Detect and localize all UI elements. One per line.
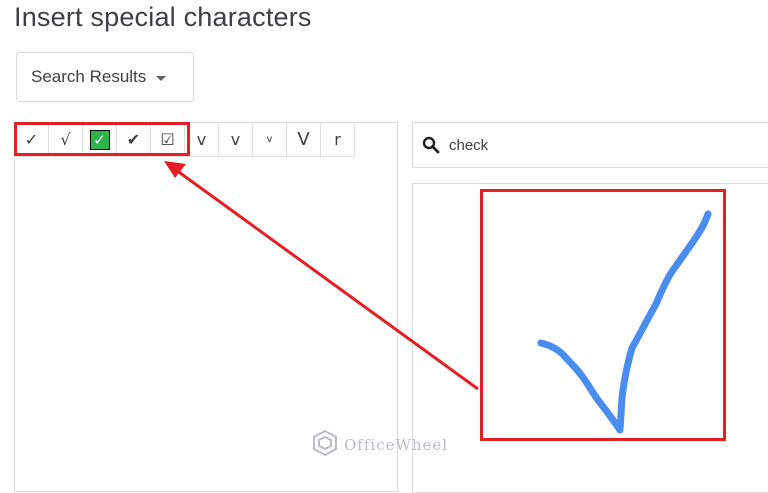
char-cell-r[interactable]: r [321, 123, 355, 157]
char-cell-v-2[interactable]: v [219, 123, 253, 157]
dialog-title: Insert special characters [14, 2, 312, 32]
char-cell-square-root[interactable]: √ [49, 123, 83, 157]
watermark-text: OfficeWheel [344, 436, 449, 454]
char-cell-heavy-check-mark[interactable]: ✔ [117, 123, 151, 157]
category-dropdown[interactable]: Search Results [16, 52, 194, 102]
green-check-box-icon: ✓ [89, 129, 110, 150]
search-input[interactable] [447, 135, 751, 155]
results-grid: ✓ √ ✓ ✔ ☑ v v v V r [15, 123, 355, 157]
search-box[interactable] [412, 122, 768, 168]
char-cell-check-mark[interactable]: ✓ [15, 123, 49, 157]
caret-down-icon [156, 75, 167, 81]
officewheel-logo-icon [312, 429, 338, 460]
char-cell-check-box-green[interactable]: ✓ [83, 123, 117, 157]
char-cell-ballot-box-check[interactable]: ☑ [151, 123, 185, 157]
category-dropdown-label: Search Results [31, 67, 147, 86]
search-icon [421, 135, 441, 155]
char-cell-v-capital[interactable]: V [287, 123, 321, 157]
drawing-area[interactable] [412, 183, 768, 493]
char-cell-v-1[interactable]: v [185, 123, 219, 157]
watermark: OfficeWheel [312, 429, 449, 460]
char-cell-v-small[interactable]: v [253, 123, 287, 157]
